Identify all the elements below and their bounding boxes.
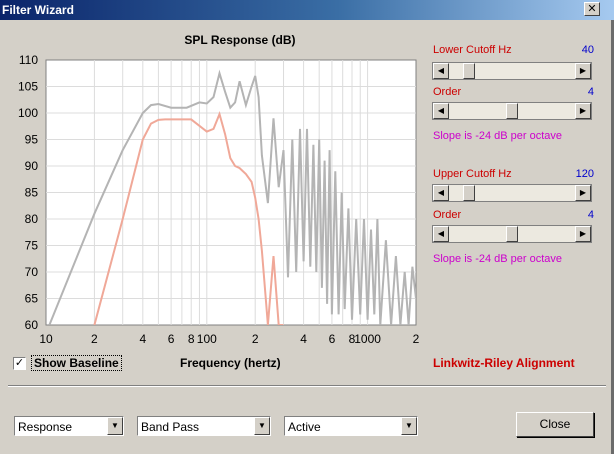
lower-slope-text: Slope is -24 dB per octave — [433, 130, 563, 142]
y-tick-label: 65 — [25, 292, 39, 306]
x-tick-label: 2 — [252, 332, 259, 346]
upper-slope-text: Slope is -24 dB per octave — [433, 253, 563, 265]
upper-cutoff-value: 120 — [575, 168, 594, 180]
lower-cutoff-label: Lower Cutoff Hz — [433, 44, 512, 56]
spl-response-chart: 606570758085909510010511010 2 4 6 8 100 2 4 6 810… — [18, 53, 420, 346]
close-button[interactable]: Close — [516, 412, 594, 437]
x-tick-label: 8 — [188, 332, 195, 346]
upper-cutoff-slider[interactable]: ◀ ▶ — [432, 184, 592, 202]
slider-thumb[interactable] — [463, 185, 475, 201]
mode-dropdown[interactable]: Active ▼ — [284, 416, 418, 436]
upper-order-slider[interactable]: ◀ ▶ — [432, 225, 592, 243]
x-tick-label: 4 — [300, 332, 307, 346]
slider-left-arrow[interactable]: ◀ — [433, 63, 449, 79]
slider-right-arrow[interactable]: ▶ — [575, 103, 591, 119]
slider-right-arrow[interactable]: ▶ — [575, 226, 591, 242]
y-tick-label: 85 — [25, 186, 39, 200]
x-axis-label: Frequency (hertz) — [180, 356, 281, 370]
slider-thumb[interactable] — [506, 103, 518, 119]
x-tick-label: 4 — [139, 332, 146, 346]
slider-thumb[interactable] — [506, 226, 518, 242]
window-close-button[interactable]: ✕ — [584, 2, 600, 16]
alignment-label: Linkwitz-Riley Alignment — [433, 356, 575, 370]
x-tick-label: 6 — [168, 332, 175, 346]
divider — [8, 385, 606, 387]
view-dropdown-value: Response — [18, 420, 73, 434]
slider-right-arrow[interactable]: ▶ — [575, 185, 591, 201]
window-title: Filter Wizard — [2, 3, 74, 17]
slider-right-arrow[interactable]: ▶ — [575, 63, 591, 79]
filter-type-dropdown[interactable]: Band Pass ▼ — [137, 416, 271, 436]
lower-cutoff-slider[interactable]: ◀ ▶ — [432, 62, 592, 80]
slider-left-arrow[interactable]: ◀ — [433, 103, 449, 119]
x-tick-label: 1000 — [354, 332, 381, 346]
x-tick-label: 6 — [329, 332, 336, 346]
chevron-down-icon[interactable]: ▼ — [401, 417, 417, 435]
mode-dropdown-value: Active — [288, 420, 321, 434]
title-bar: Filter Wizard ✕ — [0, 0, 614, 20]
y-tick-label: 90 — [25, 159, 39, 173]
y-tick-label: 60 — [25, 318, 39, 332]
lower-cutoff-value: 40 — [581, 44, 594, 56]
y-tick-label: 110 — [19, 53, 38, 67]
upper-cutoff-label: Upper Cutoff Hz — [433, 168, 512, 180]
slider-left-arrow[interactable]: ◀ — [433, 185, 449, 201]
chevron-down-icon[interactable]: ▼ — [107, 417, 123, 435]
lower-order-value: 4 — [587, 86, 594, 98]
x-tick-label: 2 — [91, 332, 98, 346]
view-dropdown[interactable]: Response ▼ — [14, 416, 124, 436]
lower-order-label: Order — [433, 86, 462, 98]
y-tick-label: 80 — [25, 212, 39, 226]
x-tick-label: 100 — [197, 332, 217, 346]
y-tick-label: 105 — [18, 80, 38, 94]
checkbox-box[interactable]: ✓ — [13, 357, 26, 370]
filter-type-dropdown-value: Band Pass — [141, 420, 200, 434]
y-tick-label: 100 — [18, 106, 38, 120]
x-tick-label: 10 — [39, 332, 53, 346]
y-tick-label: 95 — [25, 133, 39, 147]
chevron-down-icon[interactable]: ▼ — [254, 417, 270, 435]
upper-order-value: 4 — [587, 209, 594, 221]
chart-title: SPL Response (dB) — [184, 33, 296, 47]
slider-left-arrow[interactable]: ◀ — [433, 226, 449, 242]
y-tick-label: 70 — [25, 265, 39, 279]
y-tick-label: 75 — [25, 239, 39, 253]
show-baseline-label[interactable]: Show Baseline — [31, 355, 122, 371]
slider-thumb[interactable] — [463, 63, 475, 79]
lower-order-slider[interactable]: ◀ ▶ — [432, 102, 592, 120]
upper-order-label: Order — [433, 209, 462, 221]
x-tick-label: 2 — [413, 332, 420, 346]
